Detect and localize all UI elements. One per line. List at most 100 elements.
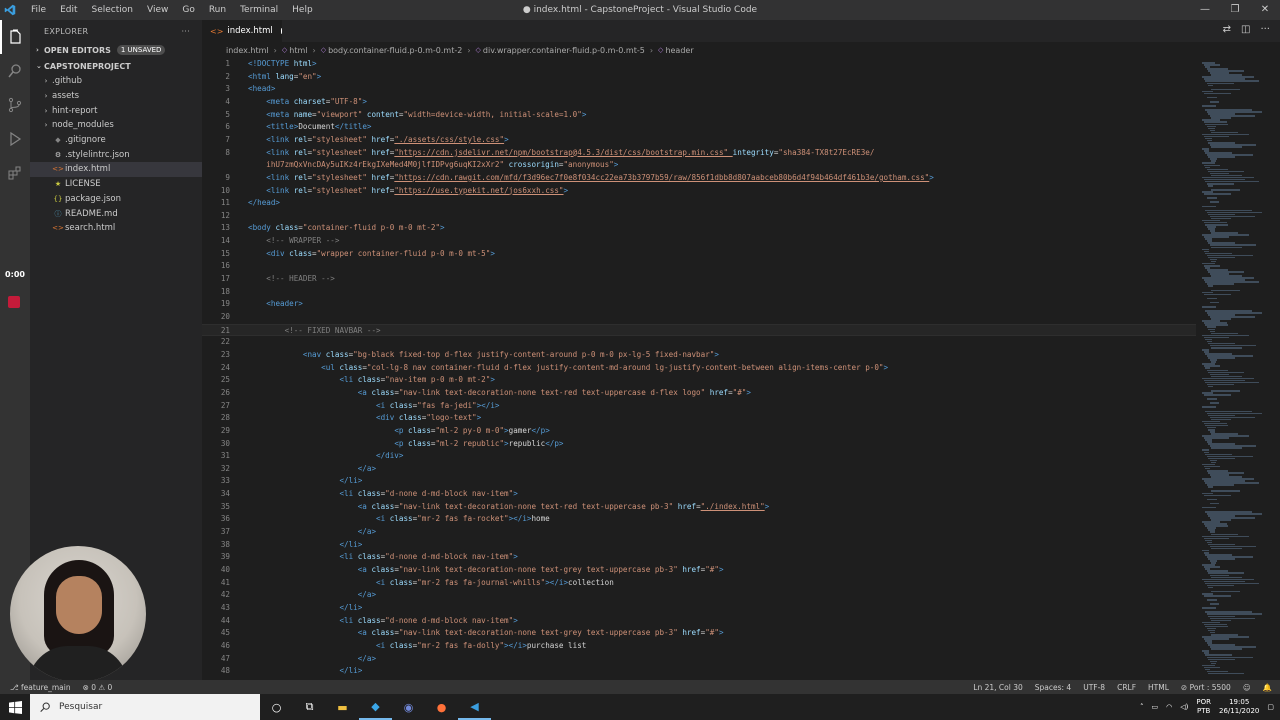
code-line[interactable]: 35 <a class="nav-link text-decoration-no…: [202, 501, 1202, 514]
tree-item-assets[interactable]: › assets: [30, 89, 202, 104]
code-line[interactable]: 11 </head>: [202, 197, 1202, 210]
code-line[interactable]: 29 <p class="ml-2 py-0 m-0">gamer</p>: [202, 425, 1202, 438]
code-line[interactable]: 4 <meta charset="UTF-8">: [202, 96, 1202, 109]
menu-help[interactable]: Help: [285, 0, 320, 20]
extensions-icon[interactable]: [0, 156, 30, 190]
code-line[interactable]: 19 <header>: [202, 298, 1202, 311]
menu-go[interactable]: Go: [175, 0, 201, 20]
cortana-icon[interactable]: ○: [260, 694, 293, 720]
explorer-icon[interactable]: [0, 20, 30, 54]
tree-item-readme[interactable]: ⓘ README.md: [30, 206, 202, 221]
menu-edit[interactable]: Edit: [53, 0, 84, 20]
problems-indicator[interactable]: ⊗ 0 ⚠ 0: [83, 683, 113, 692]
source-control-icon[interactable]: [0, 88, 30, 122]
indentation[interactable]: Spaces: 4: [1035, 683, 1071, 692]
code-line[interactable]: ihU7zmQxVncDAy5uIKz4rEkgIXeMed4M0jlfIDPv…: [202, 159, 1202, 172]
minimize-icon[interactable]: —: [1190, 0, 1220, 20]
maximize-icon[interactable]: ❐: [1220, 0, 1250, 20]
code-line[interactable]: 21 <!-- FIXED NAVBAR -->: [202, 323, 1202, 337]
code-line[interactable]: 27 <i class="fas fa-jedi"></i>: [202, 400, 1202, 413]
code-line[interactable]: 47 </a>: [202, 653, 1202, 666]
split-editor-icon[interactable]: ◫: [1241, 24, 1250, 35]
search-icon[interactable]: [0, 54, 30, 88]
code-line[interactable]: 23 <nav class="bg-black fixed-top d-flex…: [202, 349, 1202, 362]
volume-icon[interactable]: ◁): [1180, 703, 1188, 711]
code-line[interactable]: 31 </div>: [202, 450, 1202, 463]
code-line[interactable]: 24 <ul class="col-lg-8 nav container-flu…: [202, 362, 1202, 375]
code-line[interactable]: 20: [202, 311, 1202, 324]
breadcrumb-item[interactable]: div.wrapper.container-fluid.p-0.m-0.mt-5: [483, 46, 645, 55]
code-line[interactable]: 14 <!-- WRAPPER -->: [202, 235, 1202, 248]
chevron-up-icon[interactable]: ˄: [1140, 703, 1144, 711]
tree-item-search-html[interactable]: <> search.html: [30, 221, 202, 236]
breadcrumb-item[interactable]: header: [665, 46, 693, 55]
more-actions-icon[interactable]: ···: [1260, 24, 1270, 35]
minimap[interactable]: [1196, 58, 1280, 680]
menu-terminal[interactable]: Terminal: [233, 0, 285, 20]
breadcrumb-item[interactable]: index.html: [226, 46, 269, 55]
code-line[interactable]: 15 <div class="wrapper container-fluid p…: [202, 248, 1202, 261]
code-line[interactable]: 43 </li>: [202, 602, 1202, 615]
discord-icon[interactable]: ◉: [392, 694, 425, 720]
code-line[interactable]: 33 </li>: [202, 475, 1202, 488]
code-line[interactable]: 25 <li class="nav-item p-0 m-0 mt-2">: [202, 374, 1202, 387]
encoding[interactable]: UTF-8: [1083, 683, 1105, 692]
run-debug-icon[interactable]: [0, 122, 30, 156]
code-line[interactable]: 39 <li class="d-none d-md-block nav-item…: [202, 551, 1202, 564]
task-view-icon[interactable]: ⧉: [293, 694, 326, 720]
network-icon[interactable]: ▭: [1152, 703, 1159, 711]
tree-item-stylelintrc[interactable]: ⚙ .stylelintrc.json: [30, 147, 202, 162]
cursor-position[interactable]: Ln 21, Col 30: [973, 683, 1022, 692]
tree-item-gitignore[interactable]: ◆ .gitignore: [30, 133, 202, 148]
code-line[interactable]: 6 <title>Document</title>: [202, 121, 1202, 134]
code-line[interactable]: 28 <div class="logo-text">: [202, 412, 1202, 425]
unsaved-dot-icon[interactable]: [280, 28, 282, 34]
code-line[interactable]: 37 </a>: [202, 526, 1202, 539]
notifications-icon[interactable]: 🔔: [1263, 683, 1272, 692]
language-indicator[interactable]: POR PTB: [1196, 698, 1211, 716]
menu-run[interactable]: Run: [202, 0, 233, 20]
tree-item-node-modules[interactable]: › node_modules: [30, 118, 202, 133]
tree-item-hint-report[interactable]: › hint-report: [30, 103, 202, 118]
code-line[interactable]: 36 <i class="mr-2 fas fa-rocket"></i>hom…: [202, 513, 1202, 526]
tree-item-github[interactable]: › .github: [30, 74, 202, 89]
code-line[interactable]: 40 <a class="nav-link text-decoration-no…: [202, 564, 1202, 577]
more-actions-icon[interactable]: ···: [181, 27, 190, 36]
code-line[interactable]: 32 </a>: [202, 463, 1202, 476]
code-line[interactable]: 1 <!DOCTYPE html>: [202, 58, 1202, 71]
code-line[interactable]: 30 <p class="ml-2 republic">republic</p>: [202, 438, 1202, 451]
code-editor[interactable]: 1 <!DOCTYPE html> 2 <html lang="en"> 3 <head>…: [202, 58, 1202, 680]
code-line[interactable]: 48 </li>: [202, 665, 1202, 678]
close-icon[interactable]: ✕: [1250, 0, 1280, 20]
menu-file[interactable]: File: [24, 0, 53, 20]
vscode-taskbar-icon[interactable]: ◀: [458, 694, 491, 720]
code-line[interactable]: 34 <li class="d-none d-md-block nav-item…: [202, 488, 1202, 501]
code-line[interactable]: 8 <link rel="stylesheet" href="https://c…: [202, 147, 1202, 160]
code-line[interactable]: 3 <head>: [202, 83, 1202, 96]
breadcrumb-item[interactable]: html: [289, 46, 307, 55]
open-editors-section[interactable]: › OPEN EDITORS 1 UNSAVED: [30, 42, 202, 58]
notification-center-icon[interactable]: ▢: [1267, 703, 1274, 711]
code-line[interactable]: 46 <i class="mr-2 fas fa-dolly"></i>purc…: [202, 640, 1202, 653]
code-line[interactable]: 17 <!-- HEADER -->: [202, 273, 1202, 286]
record-stop-icon[interactable]: [8, 296, 20, 308]
menu-view[interactable]: View: [140, 0, 175, 20]
code-line[interactable]: 45 <a class="nav-link text-decoration-no…: [202, 627, 1202, 640]
edge-icon[interactable]: ◆: [359, 694, 392, 720]
project-section[interactable]: ⌄ CAPSTONEPROJECT: [30, 58, 202, 74]
live-server-port[interactable]: ⊘ Port : 5500: [1181, 683, 1231, 692]
tree-item-index-html[interactable]: <> index.html: [30, 162, 202, 177]
language-mode[interactable]: HTML: [1148, 683, 1169, 692]
code-line[interactable]: 38 </li>: [202, 539, 1202, 552]
taskbar-search[interactable]: Pesquisar: [30, 694, 260, 720]
code-line[interactable]: 2 <html lang="en">: [202, 71, 1202, 84]
clock[interactable]: 19:05 26/11/2020: [1219, 698, 1259, 716]
breadcrumb-item[interactable]: body.container-fluid.p-0.m-0.mt-2: [328, 46, 462, 55]
tree-item-license[interactable]: ★ LICENSE: [30, 177, 202, 192]
firefox-icon[interactable]: ●: [425, 694, 458, 720]
code-line[interactable]: 26 <a class="nav-link text-decoration-no…: [202, 387, 1202, 400]
code-line[interactable]: 44 <li class="d-none d-md-block nav-item…: [202, 615, 1202, 628]
code-line[interactable]: 10 <link rel="stylesheet" href="https://…: [202, 185, 1202, 198]
code-line[interactable]: 22: [202, 336, 1202, 349]
code-line[interactable]: 18: [202, 286, 1202, 299]
